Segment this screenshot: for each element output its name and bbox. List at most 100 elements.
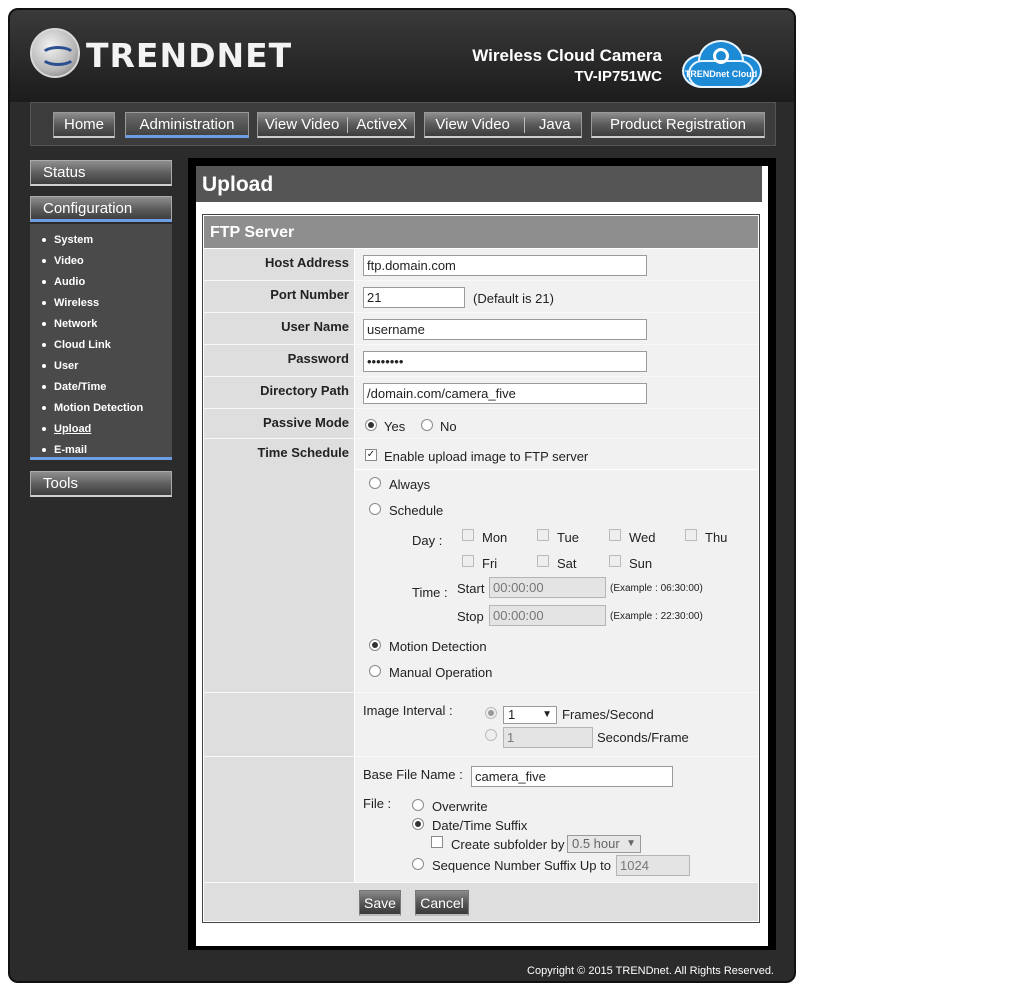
day-wed-label: Wed <box>629 530 656 545</box>
day-thu-label: Thu <box>705 530 728 545</box>
nav-view-video-label: View Video <box>264 116 340 133</box>
spf-radio[interactable] <box>485 729 497 741</box>
sidebar-item-date-time[interactable]: Date/Time <box>30 377 172 398</box>
save-button[interactable]: Save <box>359 890 401 916</box>
day-sun-checkbox[interactable] <box>609 555 621 567</box>
sidebar-item-motion-detection[interactable]: Motion Detection <box>30 398 172 419</box>
password-input[interactable]: •••••••• <box>363 351 647 372</box>
content-area: Upload FTP Server Host Address ftp.domai… <box>188 158 776 950</box>
port-input[interactable]: 21 <box>363 287 465 308</box>
motion-detection-label: Motion Detection <box>389 639 487 654</box>
sidebar-config-list: System Video Audio Wireless Network Clou… <box>30 224 172 460</box>
day-thu-checkbox[interactable] <box>685 529 697 541</box>
row-file: Base File Name : camera_five File : Over… <box>204 757 758 883</box>
password-label: Password <box>287 351 349 366</box>
row-user: User Name username <box>204 313 758 345</box>
cloud-label: TRENDnet Cloud <box>684 69 758 79</box>
passive-yes-label: Yes <box>384 419 406 434</box>
sidebar-item-user[interactable]: User <box>30 356 172 377</box>
day-sat-checkbox[interactable] <box>537 555 549 567</box>
directory-input[interactable]: /domain.com/camera_five <box>363 383 647 404</box>
fps-select-value: 1 <box>508 707 516 722</box>
base-file-label: Base File Name : <box>363 767 463 782</box>
sidebar-item-system[interactable]: System <box>30 230 172 251</box>
motion-detection-radio[interactable] <box>369 639 381 651</box>
row-host: Host Address ftp.domain.com <box>204 249 758 281</box>
sidebar-item-upload[interactable]: Upload <box>30 419 172 440</box>
day-tue-label: Tue <box>557 530 579 545</box>
day-label: Day : <box>412 533 443 548</box>
enable-upload-label: Enable upload image to FTP server <box>384 449 589 464</box>
fps-unit: Frames/Second <box>562 707 654 722</box>
overwrite-radio[interactable] <box>412 799 424 811</box>
sidebar-item-wireless[interactable]: Wireless <box>30 293 172 314</box>
start-example: (Example : 06:30:00) <box>610 583 703 594</box>
row-directory: Directory Path /domain.com/camera_five <box>204 377 758 409</box>
page-title: Upload <box>196 166 762 202</box>
nav-view-video-activex[interactable]: View Video ActiveX <box>257 112 415 138</box>
sidebar-item-email[interactable]: E-mail <box>30 440 172 461</box>
host-input[interactable]: ftp.domain.com <box>363 255 647 276</box>
stop-time-input[interactable]: 00:00:00 <box>489 605 606 626</box>
nav-product-registration[interactable]: Product Registration <box>591 112 765 138</box>
nav-home[interactable]: Home <box>53 112 115 138</box>
ftp-server-panel: FTP Server Host Address ftp.domain.com P… <box>202 214 760 923</box>
day-tue-checkbox[interactable] <box>537 529 549 541</box>
schedule-radio[interactable] <box>369 503 381 515</box>
sequence-radio[interactable] <box>412 858 424 870</box>
passive-no-radio[interactable] <box>421 419 433 431</box>
subfolder-select[interactable]: 0.5 hour ▼ <box>567 835 641 853</box>
app-frame: TRENDNET Wireless Cloud Camera TV-IP751W… <box>8 8 796 983</box>
enable-upload-checkbox[interactable]: ✓ <box>365 449 377 461</box>
time-label: Time : <box>412 585 448 600</box>
nav-administration[interactable]: Administration <box>125 112 249 138</box>
file-label: File : <box>363 796 392 811</box>
subfolder-checkbox[interactable] <box>431 836 443 848</box>
day-fri-checkbox[interactable] <box>462 555 474 567</box>
sidebar-item-video[interactable]: Video <box>30 251 172 272</box>
sequence-input[interactable]: 1024 <box>616 855 690 876</box>
day-mon-checkbox[interactable] <box>462 529 474 541</box>
fps-radio[interactable] <box>485 707 497 719</box>
stop-example: (Example : 22:30:00) <box>610 611 703 622</box>
always-label: Always <box>389 477 431 492</box>
dropdown-arrow-icon: ▼ <box>542 709 552 720</box>
trendnet-logo-icon <box>30 28 80 78</box>
manual-operation-label: Manual Operation <box>389 665 493 680</box>
passive-label: Passive Mode <box>263 415 349 430</box>
base-file-input[interactable]: camera_five <box>471 766 673 787</box>
user-input[interactable]: username <box>363 319 647 340</box>
row-buttons: Save Cancel <box>204 883 758 921</box>
datetime-suffix-radio[interactable] <box>412 818 424 830</box>
logo-text: TRENDNET <box>86 36 293 75</box>
sidebar-item-network[interactable]: Network <box>30 314 172 335</box>
start-time-input[interactable]: 00:00:00 <box>489 577 606 598</box>
day-sun-label: Sun <box>629 556 653 571</box>
day-mon-label: Mon <box>482 530 508 545</box>
fps-select[interactable]: 1 ▼ <box>503 706 557 724</box>
sidebar-item-audio[interactable]: Audio <box>30 272 172 293</box>
always-radio[interactable] <box>369 477 381 489</box>
top-nav: Home Administration View Video ActiveX Vi… <box>30 102 776 146</box>
port-label: Port Number <box>270 287 349 302</box>
sidebar-configuration[interactable]: Configuration <box>30 196 172 222</box>
content-inner: Upload FTP Server Host Address ftp.domai… <box>196 166 768 946</box>
row-image-interval: Image Interval : 1 ▼ Frames/Second 1 Seco… <box>204 693 758 757</box>
nav-java-label: Java <box>538 116 571 133</box>
passive-yes-radio[interactable] <box>365 419 377 431</box>
overwrite-label: Overwrite <box>432 799 488 814</box>
nav-view-video-java[interactable]: View Video Java <box>424 112 582 138</box>
sidebar-tools[interactable]: Tools <box>30 471 172 497</box>
sequence-label: Sequence Number Suffix Up to <box>432 858 611 873</box>
schedule-option-label: Schedule <box>389 503 444 518</box>
manual-operation-radio[interactable] <box>369 665 381 677</box>
datetime-suffix-label: Date/Time Suffix <box>432 818 528 833</box>
cancel-button[interactable]: Cancel <box>415 890 469 916</box>
sidebar-status[interactable]: Status <box>30 160 172 186</box>
sidebar-item-cloud-link[interactable]: Cloud Link <box>30 335 172 356</box>
row-password: Password •••••••• <box>204 345 758 377</box>
nav-view-video-label: View Video <box>435 116 510 133</box>
passive-no-label: No <box>440 419 457 434</box>
spf-input[interactable]: 1 <box>503 727 593 748</box>
day-wed-checkbox[interactable] <box>609 529 621 541</box>
